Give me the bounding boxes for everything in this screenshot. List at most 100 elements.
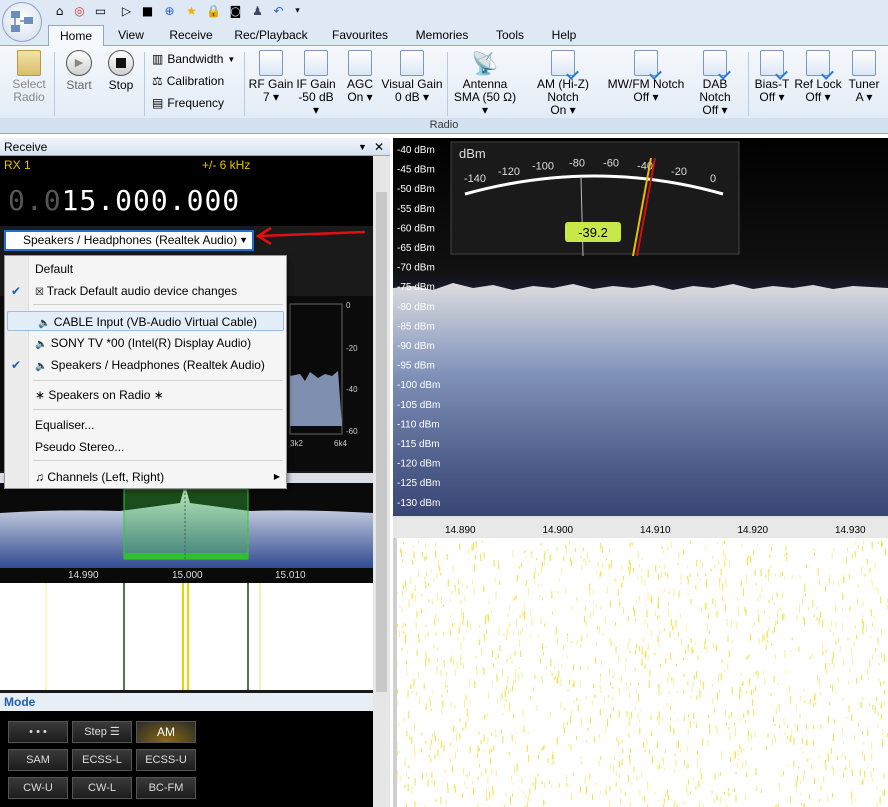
menu-item-pseudo-stereo[interactable]: Pseudo Stereo...	[5, 437, 286, 457]
antenna-value: SMA (50 Ω) ▾	[453, 90, 517, 117]
frequency-button[interactable]: ▤ Frequency	[152, 96, 224, 110]
freq-label: 14.920	[738, 525, 769, 536]
menu-separator	[33, 409, 283, 410]
am-notch-value: On ▾	[550, 103, 576, 117]
mwfm-notch-icon	[634, 50, 658, 76]
undo-icon[interactable]: ↶	[271, 3, 286, 18]
menu-separator	[33, 380, 283, 381]
tab-help[interactable]: Help	[545, 25, 583, 46]
tab-favourites[interactable]: Favourites	[326, 25, 394, 46]
if-gain-control[interactable]: IF Gain -50 dB ▾	[294, 50, 338, 117]
spec-db-label: 0	[346, 301, 351, 310]
bias-t-control[interactable]: Bias-T Off ▾	[752, 50, 792, 104]
db-label: -45 dBm	[397, 165, 435, 176]
mode-ecss-l-button[interactable]: ECSS-L	[72, 749, 132, 771]
menu-item-sony-tv[interactable]: 🔈 SONY TV *00 (Intel(R) Display Audio)	[5, 333, 286, 353]
menu-item-channels[interactable]: ♫ Channels (Left, Right) ▶	[5, 467, 286, 487]
menu-item-equaliser[interactable]: Equaliser...	[5, 415, 286, 435]
meter-scale-label: 0	[710, 173, 716, 185]
visual-gain-control[interactable]: Visual Gain 0 dB ▾	[380, 50, 444, 104]
audio-device-select[interactable]: Speakers / Headphones (Realtek Audio) ▼	[4, 230, 254, 251]
db-label: -90 dBm	[397, 341, 435, 352]
am-notch-label: AM (Hi-Z) Notch	[537, 77, 589, 104]
mode-ecss-u-button[interactable]: ECSS-U	[136, 749, 196, 771]
visual-gain-icon	[400, 50, 424, 76]
panel-dropdown-icon[interactable]: ▼	[358, 138, 367, 156]
app-menu-button[interactable]	[2, 2, 42, 42]
add-icon[interactable]: ⊕	[162, 3, 177, 18]
db-label: -65 dBm	[397, 243, 435, 254]
mode-cw-l-button[interactable]: CW-L	[72, 777, 132, 799]
main-spectrum[interactable]: -40 dBm -45 dBm -50 dBm -55 dBm -60 dBm -65 d…	[393, 138, 888, 538]
tab-memories[interactable]: Memories	[410, 25, 474, 46]
frequency-leading-digits: 0.0	[8, 184, 62, 217]
chevron-down-icon: ▼	[227, 54, 236, 64]
ref-lock-control[interactable]: Ref Lock Off ▾	[794, 50, 842, 104]
db-label: -105 dBm	[397, 400, 440, 411]
freq-label: 14.910	[640, 525, 671, 536]
menu-item-speakers-headphones[interactable]: ✔ 🔈 Speakers / Headphones (Realtek Audio)	[5, 355, 286, 375]
db-label: -75 dBm	[397, 282, 435, 293]
mode-sam-button[interactable]: SAM	[8, 749, 68, 771]
am-hiz-notch-control[interactable]: AM (Hi-Z) Notch On ▾	[520, 50, 606, 117]
home-icon[interactable]: ⌂	[52, 3, 67, 18]
lifebuoy-icon[interactable]: ◎	[72, 3, 87, 18]
main-waterfall[interactable]	[393, 540, 888, 807]
lock-icon[interactable]: 🔒	[206, 3, 221, 18]
tab-rec-playback[interactable]: Rec/Playback	[230, 25, 312, 46]
tab-tools[interactable]: Tools	[488, 25, 532, 46]
mode-step-button[interactable]: Step ☰	[72, 721, 132, 743]
agc-control[interactable]: AGC On ▾	[342, 50, 378, 104]
db-label: -125 dBm	[397, 478, 440, 489]
bandwidth-icon: ▥	[152, 52, 164, 66]
stop-icon[interactable]: ■	[140, 3, 155, 18]
mini-spectrum[interactable]: 14.990 15.000 15.010	[0, 473, 373, 583]
customize-dropdown-icon[interactable]: ▾	[290, 3, 305, 18]
db-label: -95 dBm	[397, 361, 435, 372]
menu-item-track-default[interactable]: ✔ ☒ Track Default audio device changes	[5, 281, 286, 301]
rx-label: RX 1	[4, 158, 31, 172]
play-icon: ▶	[66, 50, 92, 76]
play-icon[interactable]: ▷	[119, 3, 134, 18]
tab-receive[interactable]: Receive	[163, 25, 219, 46]
select-radio-button[interactable]: Select Radio	[8, 50, 50, 104]
close-icon[interactable]: ✕	[374, 138, 384, 156]
antenna-control[interactable]: 📡 Antenna SMA (50 Ω) ▾	[450, 50, 520, 117]
meter-unit: dBm	[459, 146, 486, 161]
db-label: -130 dBm	[397, 498, 440, 509]
bandwidth-button[interactable]: ▥ Bandwidth ▼	[152, 52, 235, 66]
menu-item-default[interactable]: Default	[5, 259, 286, 279]
meter-scale-label: -100	[532, 160, 554, 172]
rf-gain-control[interactable]: RF Gain 7 ▾	[248, 50, 294, 104]
folder-icon[interactable]: ▭	[93, 3, 108, 18]
tab-home[interactable]: Home	[48, 25, 104, 46]
stop-button[interactable]: Stop	[104, 50, 138, 92]
left-waterfall[interactable]	[0, 583, 373, 690]
mode-am-button[interactable]: AM	[136, 721, 196, 743]
menu-item-speakers-on-radio[interactable]: ∗ Speakers on Radio ∗	[5, 385, 286, 405]
dab-notch-control[interactable]: DAB Notch Off ▾	[686, 50, 744, 117]
left-scrollbar[interactable]	[373, 156, 390, 807]
mode-bc-fm-button[interactable]: BC-FM	[136, 777, 196, 799]
mode-cw-u-button[interactable]: CW-U	[8, 777, 68, 799]
star-icon[interactable]: ★	[184, 3, 199, 18]
mwfm-notch-control[interactable]: MW/FM Notch Off ▾	[606, 50, 686, 104]
app-logo-icon	[11, 11, 33, 32]
user-icon[interactable]: ♟	[250, 3, 265, 18]
frequency-display[interactable]: 0.015.000.000	[8, 184, 240, 217]
ribbon-group-label: Radio	[0, 118, 888, 133]
calibration-button[interactable]: ⚖ Calibration	[152, 74, 224, 88]
tuner-control[interactable]: Tuner A ▾	[844, 50, 884, 104]
checkmark-icon: ✔	[11, 284, 22, 298]
agc-icon	[348, 50, 372, 76]
mode-more-button[interactable]: • • •	[8, 721, 68, 743]
tab-view[interactable]: View	[110, 25, 152, 46]
freq-label: 14.890	[445, 525, 476, 536]
meter-value: -39.2	[578, 225, 608, 240]
start-button[interactable]: ▶ Start	[62, 50, 96, 92]
camera-icon[interactable]: ◙	[228, 3, 243, 18]
receive-panel-title: Receive	[4, 140, 48, 154]
ribbon-separator	[54, 52, 55, 116]
menu-item-cable-input[interactable]: 🔈 CABLE Input (VB-Audio Virtual Cable)	[7, 311, 284, 331]
am-notch-icon	[551, 50, 575, 76]
